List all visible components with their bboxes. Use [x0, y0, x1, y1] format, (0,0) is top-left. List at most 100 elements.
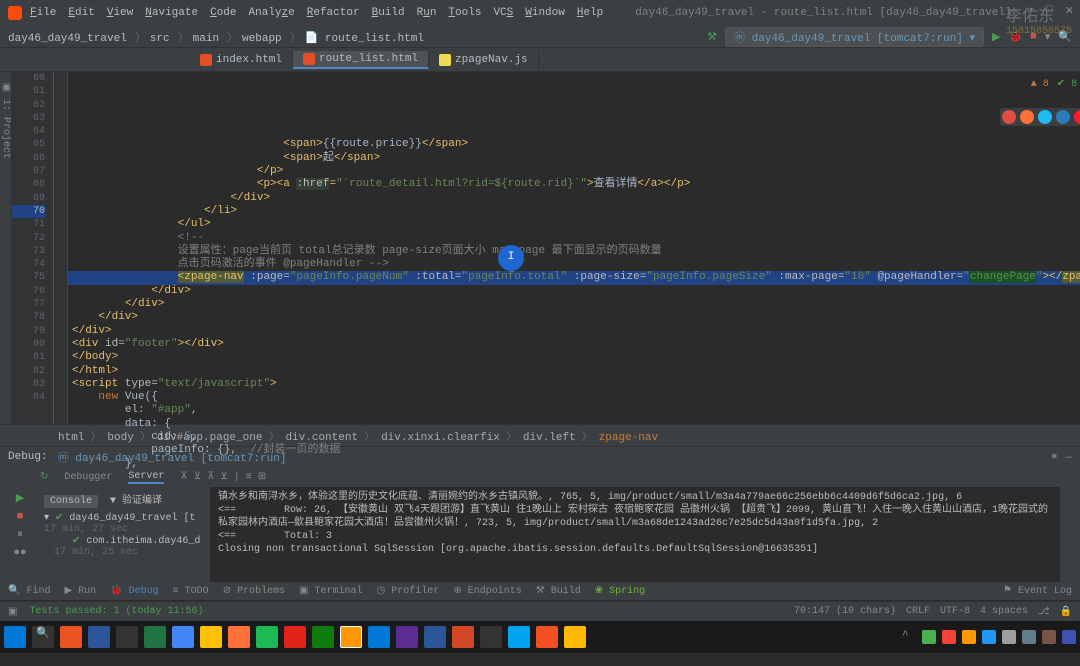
run-icon[interactable]: ▶ — [992, 30, 1000, 44]
caret-position[interactable]: 70:147 (10 chars) — [794, 606, 896, 618]
code-line[interactable]: </div> — [68, 285, 1080, 298]
tray-icon-5[interactable] — [1002, 630, 1016, 644]
menu-window[interactable]: Window — [525, 7, 565, 19]
todo-tab[interactable]: ≡ TODO — [173, 586, 209, 597]
code-line[interactable]: 点击页码激活的事件 @pageHandler --> — [68, 258, 1080, 271]
app-icon-active[interactable] — [340, 626, 362, 648]
app-icon-5[interactable] — [256, 626, 278, 648]
nav-crumb[interactable]: day46_day49_travel — [8, 33, 127, 45]
run-tab[interactable]: ▶ Run — [64, 585, 96, 597]
run-config-selector[interactable]: ⓜ day46_day49_travel [tomcat7:run] ▾ — [725, 27, 984, 47]
left-tool-stripe[interactable]: ▣ 1: Project — [0, 72, 12, 424]
code-line[interactable]: <p><a :href="`route_detail.html?rid=${ro… — [68, 178, 1080, 191]
app-icon-12[interactable] — [536, 626, 558, 648]
nav-crumb[interactable]: src — [150, 33, 170, 45]
line-gutter[interactable]: 6061626364656667686970717273747576777879… — [12, 72, 54, 424]
start-icon[interactable] — [4, 626, 26, 648]
debug-stop-icon[interactable]: ■ — [17, 511, 24, 523]
debug-step-icons[interactable]: ⊼ ⊻ ⊼ ⊻ | ≡ ⊞ — [180, 471, 266, 483]
safari-icon[interactable] — [1056, 110, 1070, 124]
tray-icon-8[interactable] — [1062, 630, 1076, 644]
app-icon-11[interactable] — [508, 626, 530, 648]
problems-tab[interactable]: ⊘ Problems — [223, 585, 285, 597]
menu-run[interactable]: Run — [417, 7, 437, 19]
debug-resume-icon[interactable]: ▶ — [16, 491, 24, 505]
code-line[interactable]: <script type="text/javascript"> — [68, 378, 1080, 391]
debug-toolbar-rerun-icon[interactable]: ↻ — [40, 471, 48, 483]
app-icon-9[interactable] — [396, 626, 418, 648]
code-area[interactable]: ▲ 8 ✔ 8 ㅅ v I <span>{{route.price}}</spa… — [68, 72, 1080, 424]
menu-vcs[interactable]: VCS — [493, 7, 513, 19]
console-tab[interactable]: Console — [44, 495, 98, 508]
tray-icon-7[interactable] — [1042, 630, 1056, 644]
code-line[interactable]: </li> — [68, 205, 1080, 218]
code-line[interactable]: </div> — [68, 311, 1080, 324]
debug-frame[interactable]: ▾ ✔ day46_day49_travel [t 17 min, 27 sec — [44, 512, 206, 535]
find-tab[interactable]: 🔍 Find — [8, 585, 50, 597]
event-log-tab[interactable]: ⚑ Event Log — [1003, 585, 1072, 597]
code-line[interactable]: <div id="footer"></div> — [68, 338, 1080, 351]
code-line[interactable]: <zpage-nav :page="pageInfo.pageNum" :tot… — [68, 271, 1080, 284]
menu-analyze[interactable]: Analyze — [249, 7, 295, 19]
search-icon[interactable]: 🔍 — [32, 626, 54, 648]
debug-view-bp-icon[interactable]: ●● — [13, 547, 26, 559]
menu-code[interactable]: Code — [210, 7, 236, 19]
code-line[interactable]: </div> — [68, 298, 1080, 311]
git-icon[interactable]: ⎇ — [1038, 606, 1050, 618]
menu-view[interactable]: View — [107, 7, 133, 19]
editor-tab[interactable]: zpageNav.js — [429, 51, 539, 69]
app-icon-8[interactable] — [368, 626, 390, 648]
ie-icon[interactable] — [1038, 110, 1052, 124]
console-output[interactable]: 镇水乡和南浔水乡，体验这里的历史文化底蕴、清丽婉约的水乡古镇风貌。, 765, … — [210, 487, 1060, 582]
project-tool-button[interactable]: ▣ 1: Project — [0, 82, 11, 159]
menu-refactor[interactable]: Refactor — [307, 7, 360, 19]
code-editor[interactable]: 6061626364656667686970717273747576777879… — [12, 72, 1080, 424]
code-line[interactable]: <span>起</span> — [68, 152, 1080, 165]
editor-tab[interactable]: route_list.html — [293, 51, 429, 69]
app-icon-1[interactable] — [60, 626, 82, 648]
line-ending[interactable]: CRLF — [906, 606, 930, 618]
code-line[interactable]: </ul> — [68, 218, 1080, 231]
tray-icon-6[interactable] — [1022, 630, 1036, 644]
ppt-icon[interactable] — [452, 626, 474, 648]
debug-right-stripe[interactable] — [1060, 487, 1080, 582]
word-icon[interactable] — [424, 626, 446, 648]
code-line[interactable]: pageInfo: {}, //封装一页的数据 — [68, 444, 1080, 457]
code-line[interactable]: <span>{{route.price}}</span> — [68, 138, 1080, 151]
debug-frame[interactable]: ✔ com.itheima.day46_d 17 min, 25 sec — [44, 535, 206, 558]
build-tab[interactable]: ⚒ Build — [536, 585, 581, 597]
code-line[interactable]: <!-- — [68, 232, 1080, 245]
profiler-tab[interactable]: ◷ Profiler — [377, 585, 440, 597]
tray-icon-3[interactable] — [962, 630, 976, 644]
tray-icon-1[interactable] — [922, 630, 936, 644]
code-line[interactable]: </p> — [68, 165, 1080, 178]
opera-icon[interactable] — [1074, 110, 1080, 124]
menu-navigate[interactable]: Navigate — [145, 7, 198, 19]
code-line[interactable]: </body> — [68, 351, 1080, 364]
tray-icon-2[interactable] — [942, 630, 956, 644]
menu-build[interactable]: Build — [372, 7, 405, 19]
menu-edit[interactable]: Edit — [68, 7, 94, 19]
app-icon-2[interactable] — [88, 626, 110, 648]
folder-icon[interactable] — [200, 626, 222, 648]
editor-tab[interactable]: index.html — [190, 51, 293, 69]
app-icon-3[interactable] — [116, 626, 138, 648]
tool-windows-icon[interactable]: ▣ — [8, 606, 17, 618]
code-line[interactable]: new Vue({ — [68, 391, 1080, 404]
compile-tab[interactable]: ▼ 验证编译 — [110, 496, 162, 507]
code-line[interactable]: </div> — [68, 192, 1080, 205]
menu-tools[interactable]: Tools — [448, 7, 481, 19]
code-line[interactable]: data: { — [68, 418, 1080, 431]
code-line[interactable]: cid: 5, — [68, 431, 1080, 444]
tray-up-icon[interactable]: ^ — [902, 630, 916, 644]
indent[interactable]: 4 spaces — [980, 606, 1028, 618]
tab-server[interactable]: Server — [128, 471, 164, 484]
chrome-taskbar-icon[interactable] — [172, 626, 194, 648]
fold-gutter[interactable] — [54, 72, 68, 424]
spring-tab[interactable]: ❀ Spring — [595, 585, 645, 597]
firefox-taskbar-icon[interactable] — [228, 626, 250, 648]
firefox-icon[interactable] — [1020, 110, 1034, 124]
warning-indicator[interactable]: ▲ 8 — [1031, 78, 1049, 91]
app-icon-10[interactable] — [480, 626, 502, 648]
app-icon-13[interactable] — [564, 626, 586, 648]
